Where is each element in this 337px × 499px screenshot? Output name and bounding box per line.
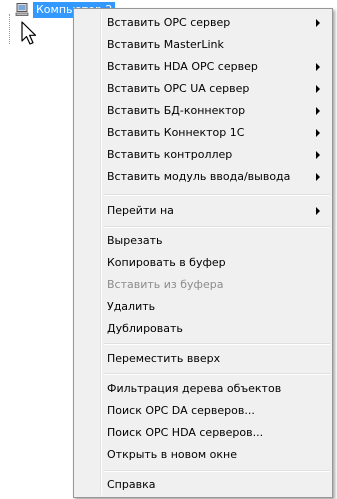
menu-item-help[interactable]: Справка — [76, 474, 330, 496]
menu-item-label: Дублировать — [107, 322, 183, 335]
menu-item-insert-opc-ua-server[interactable]: Вставить OPC UA сервер — [76, 78, 330, 100]
menu-item-insert-io-module[interactable]: Вставить модуль ввода/вывода — [76, 166, 330, 188]
menu-separator — [104, 470, 330, 472]
menu-item-insert-opc-server[interactable]: Вставить OPC сервер — [76, 12, 330, 34]
menu-item-cut[interactable]: Вырезать — [76, 230, 330, 252]
computer-icon — [15, 3, 29, 16]
menu-item-label: Вставить HDA OPC сервер — [107, 60, 258, 73]
menu-separator — [104, 194, 330, 196]
chevron-right-icon — [316, 207, 320, 215]
menu-item-label: Открыть в новом окне — [107, 448, 238, 461]
menu-item-label: Вставить OPC сервер — [107, 16, 231, 29]
menu-separator — [104, 343, 330, 345]
chevron-right-icon — [316, 129, 320, 137]
menu-separator — [104, 373, 330, 375]
menu-item-insert-hda-opc-server[interactable]: Вставить HDA OPC сервер — [76, 56, 330, 78]
menu-item-move-up[interactable]: Переместить вверх — [76, 348, 330, 370]
menu-item-label: Вырезать — [107, 234, 163, 247]
menu-item-label: Вставить БД-коннектор — [107, 104, 246, 117]
mouse-pointer-icon — [21, 21, 37, 45]
chevron-right-icon — [316, 63, 320, 71]
menu-item-delete[interactable]: Удалить — [76, 296, 330, 318]
menu-item-label: Вставить MasterLink — [107, 38, 224, 51]
menu-item-insert-db-connector[interactable]: Вставить БД-коннектор — [76, 100, 330, 122]
menu-item-find-opc-hda[interactable]: Поиск OPC HDA серверов... — [76, 422, 330, 444]
chevron-right-icon — [316, 85, 320, 93]
menu-item-insert-masterlink[interactable]: Вставить MasterLink — [76, 34, 330, 56]
context-menu: Вставить OPC сервер Вставить MasterLink … — [73, 8, 333, 498]
menu-separator — [104, 226, 330, 228]
menu-item-label: Перейти на — [107, 204, 174, 217]
menu-item-filter-tree[interactable]: Фильтрация дерева объектов — [76, 378, 330, 400]
tree-connector-line — [9, 14, 11, 44]
menu-item-label: Фильтрация дерева объектов — [107, 382, 282, 395]
menu-item-open-new-window[interactable]: Открыть в новом окне — [76, 444, 330, 466]
menu-item-label: Вставить из буфера — [107, 278, 224, 291]
menu-item-duplicate[interactable]: Дублировать — [76, 318, 330, 340]
menu-item-label: Копировать в буфер — [107, 256, 226, 269]
menu-item-label: Вставить контроллер — [107, 148, 233, 161]
menu-item-label: Справка — [107, 478, 156, 491]
menu-item-label: Удалить — [107, 300, 156, 313]
menu-item-label: Поиск OPC DA серверов... — [107, 404, 255, 417]
chevron-right-icon — [316, 151, 320, 159]
menu-item-label: Переместить вверх — [107, 352, 221, 365]
menu-item-copy[interactable]: Копировать в буфер — [76, 252, 330, 274]
menu-item-label: Вставить OPC UA сервер — [107, 82, 250, 95]
menu-item-paste: Вставить из буфера — [76, 274, 330, 296]
chevron-right-icon — [316, 107, 320, 115]
chevron-right-icon — [316, 19, 320, 27]
chevron-right-icon — [316, 173, 320, 181]
menu-item-label: Вставить модуль ввода/вывода — [107, 170, 291, 183]
menu-item-label: Поиск OPC HDA серверов... — [107, 426, 264, 439]
menu-item-go-to[interactable]: Перейти на — [76, 200, 330, 222]
menu-item-label: Вставить Коннектор 1С — [107, 126, 245, 139]
menu-item-insert-1c-connector[interactable]: Вставить Коннектор 1С — [76, 122, 330, 144]
menu-item-insert-controller[interactable]: Вставить контроллер — [76, 144, 330, 166]
menu-item-find-opc-da[interactable]: Поиск OPC DA серверов... — [76, 400, 330, 422]
